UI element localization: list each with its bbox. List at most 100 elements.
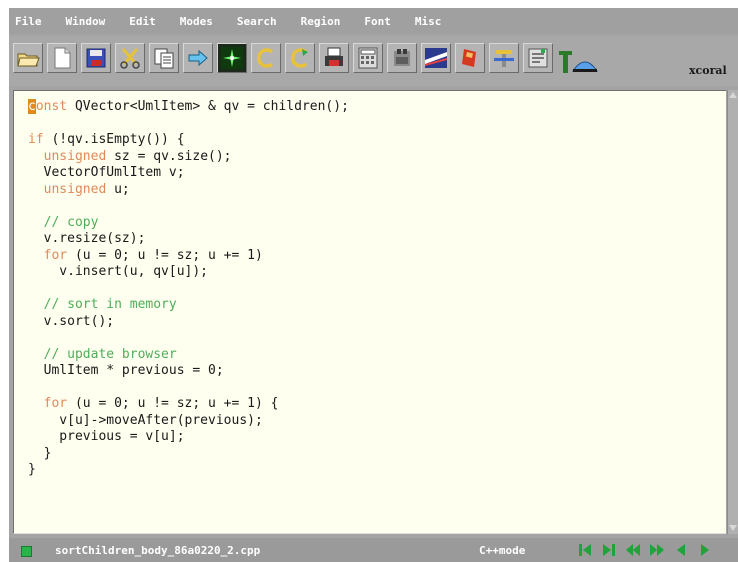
rewind-icon[interactable]	[625, 542, 641, 558]
code-token: (u = 0; u != sz; u += 1)	[67, 247, 263, 263]
code-text[interactable]: const QVector<UmlItem> & qv = children()…	[28, 99, 349, 479]
logo-text: xcoral	[689, 64, 727, 77]
paste-icon	[188, 49, 208, 67]
code-line[interactable]	[28, 116, 349, 133]
paste-button[interactable]	[183, 43, 213, 73]
coral-logo	[557, 43, 598, 73]
debug-icon	[394, 49, 410, 66]
undo-button[interactable]	[251, 43, 281, 73]
scroll-up-icon[interactable]	[729, 92, 737, 98]
code-line[interactable]: v[u]->moveAfter(previous);	[28, 413, 349, 430]
code-token: previous = v[u];	[28, 429, 185, 444]
code-line[interactable]	[28, 281, 349, 298]
calculator-icon	[358, 47, 378, 69]
compile-button[interactable]	[217, 43, 247, 73]
code-line[interactable]: for (u = 0; u != sz; u += 1)	[28, 248, 349, 265]
menu-edit[interactable]: Edit	[129, 15, 156, 28]
code-line[interactable]: if (!qv.isEmpty()) {	[28, 132, 349, 149]
text-cursor: c	[28, 99, 36, 114]
code-editor[interactable]: const QVector<UmlItem> & qv = children()…	[13, 90, 726, 534]
print-button[interactable]	[319, 43, 349, 73]
compile-icon	[221, 47, 243, 69]
code-line[interactable]: v.sort();	[28, 314, 349, 331]
comment-token: // update browser	[43, 346, 177, 362]
xcoral-window: File Window Edit Modes Search Region Fon…	[9, 8, 738, 562]
search-replace-icon	[425, 48, 447, 68]
comment-token: // sort in memory	[43, 297, 177, 312]
terminal-button[interactable]	[523, 43, 553, 73]
menu-search[interactable]: Search	[237, 15, 277, 28]
code-line[interactable]: for (u = 0; u != sz; u += 1) {	[28, 396, 349, 413]
fast-forward-icon[interactable]	[649, 542, 665, 558]
first-icon[interactable]	[577, 542, 593, 558]
code-line[interactable]: v.insert(u, qv[u]);	[28, 264, 349, 281]
menu-font[interactable]: Font	[364, 15, 391, 28]
vertical-scrollbar[interactable]	[727, 90, 738, 534]
status-bar: sortChildren_body_86a0220_2.cpp C++mode	[9, 538, 738, 562]
next-icon[interactable]	[697, 542, 713, 558]
menu-modes[interactable]: Modes	[180, 15, 213, 28]
copy-button[interactable]	[149, 43, 179, 73]
code-line[interactable]	[28, 198, 349, 215]
code-line[interactable]: // copy	[28, 215, 349, 232]
redo-button[interactable]	[285, 43, 315, 73]
new-file-button[interactable]	[47, 43, 77, 73]
code-line[interactable]: UmlItem * previous = 0;	[28, 363, 349, 380]
redo-icon	[290, 48, 308, 68]
code-line[interactable]: const QVector<UmlItem> & qv = children()…	[28, 99, 349, 116]
bookmark-icon	[462, 49, 476, 67]
tools-button[interactable]	[489, 43, 519, 73]
code-token: (u = 0; u != sz; u += 1) {	[67, 396, 279, 411]
save-button[interactable]	[81, 43, 111, 73]
code-token: v.insert(u, qv[u]);	[28, 264, 209, 279]
code-line[interactable]: VectorOfUmlItem v;	[28, 165, 349, 182]
menu-window[interactable]: Window	[66, 15, 106, 28]
cut-icon	[120, 48, 140, 69]
bookmark-button[interactable]	[455, 43, 485, 73]
comment-token: // copy	[43, 214, 99, 230]
status-indicator	[21, 546, 32, 557]
code-token: v.sort();	[28, 313, 115, 329]
menu-region[interactable]: Region	[301, 15, 341, 28]
copy-icon	[154, 48, 174, 69]
status-filename: sortChildren_body_86a0220_2.cpp	[55, 544, 261, 557]
code-token: UmlItem * previous = 0;	[28, 363, 224, 378]
code-line[interactable]: }	[28, 462, 349, 479]
code-line[interactable]: // update browser	[28, 347, 349, 364]
code-token: v[u]->moveAfter(previous);	[28, 412, 263, 428]
code-token: u;	[106, 181, 130, 197]
search-replace-button[interactable]	[421, 43, 451, 73]
code-line[interactable]: unsigned u;	[28, 182, 349, 199]
tools-icon	[494, 50, 514, 67]
code-line[interactable]: v.resize(sz);	[28, 231, 349, 248]
menu-misc[interactable]: Misc	[415, 15, 442, 28]
last-icon[interactable]	[601, 542, 617, 558]
open-folder-button[interactable]	[13, 43, 43, 73]
menu-file[interactable]: File	[15, 15, 42, 28]
keyword-token: onst	[35, 99, 68, 114]
calculator-button[interactable]	[353, 43, 383, 73]
debug-button[interactable]	[387, 43, 417, 73]
keyword-token: unsigned	[43, 148, 107, 164]
code-token: (!qv.isEmpty()) {	[43, 132, 185, 147]
keyword-token: for	[43, 396, 68, 411]
coral-logo-icon	[559, 51, 598, 73]
scroll-down-icon[interactable]	[729, 525, 737, 531]
code-token: sz = qv.size();	[106, 148, 232, 164]
code-line[interactable]	[28, 380, 349, 397]
code-line[interactable]: unsigned sz = qv.size();	[28, 149, 349, 166]
previous-icon[interactable]	[673, 542, 689, 558]
code-line[interactable]: // sort in memory	[28, 297, 349, 314]
menu-bar: File Window Edit Modes Search Region Fon…	[9, 8, 738, 34]
terminal-icon	[528, 48, 548, 68]
code-token: QVector<UmlItem> & qv = children();	[67, 99, 349, 114]
new-file-icon	[54, 47, 71, 69]
cut-button[interactable]	[115, 43, 145, 73]
code-line[interactable]: previous = v[u];	[28, 429, 349, 446]
code-line[interactable]	[28, 330, 349, 347]
save-icon	[86, 48, 106, 68]
code-line[interactable]: }	[28, 446, 349, 463]
toolbar: xcoral	[9, 36, 738, 86]
